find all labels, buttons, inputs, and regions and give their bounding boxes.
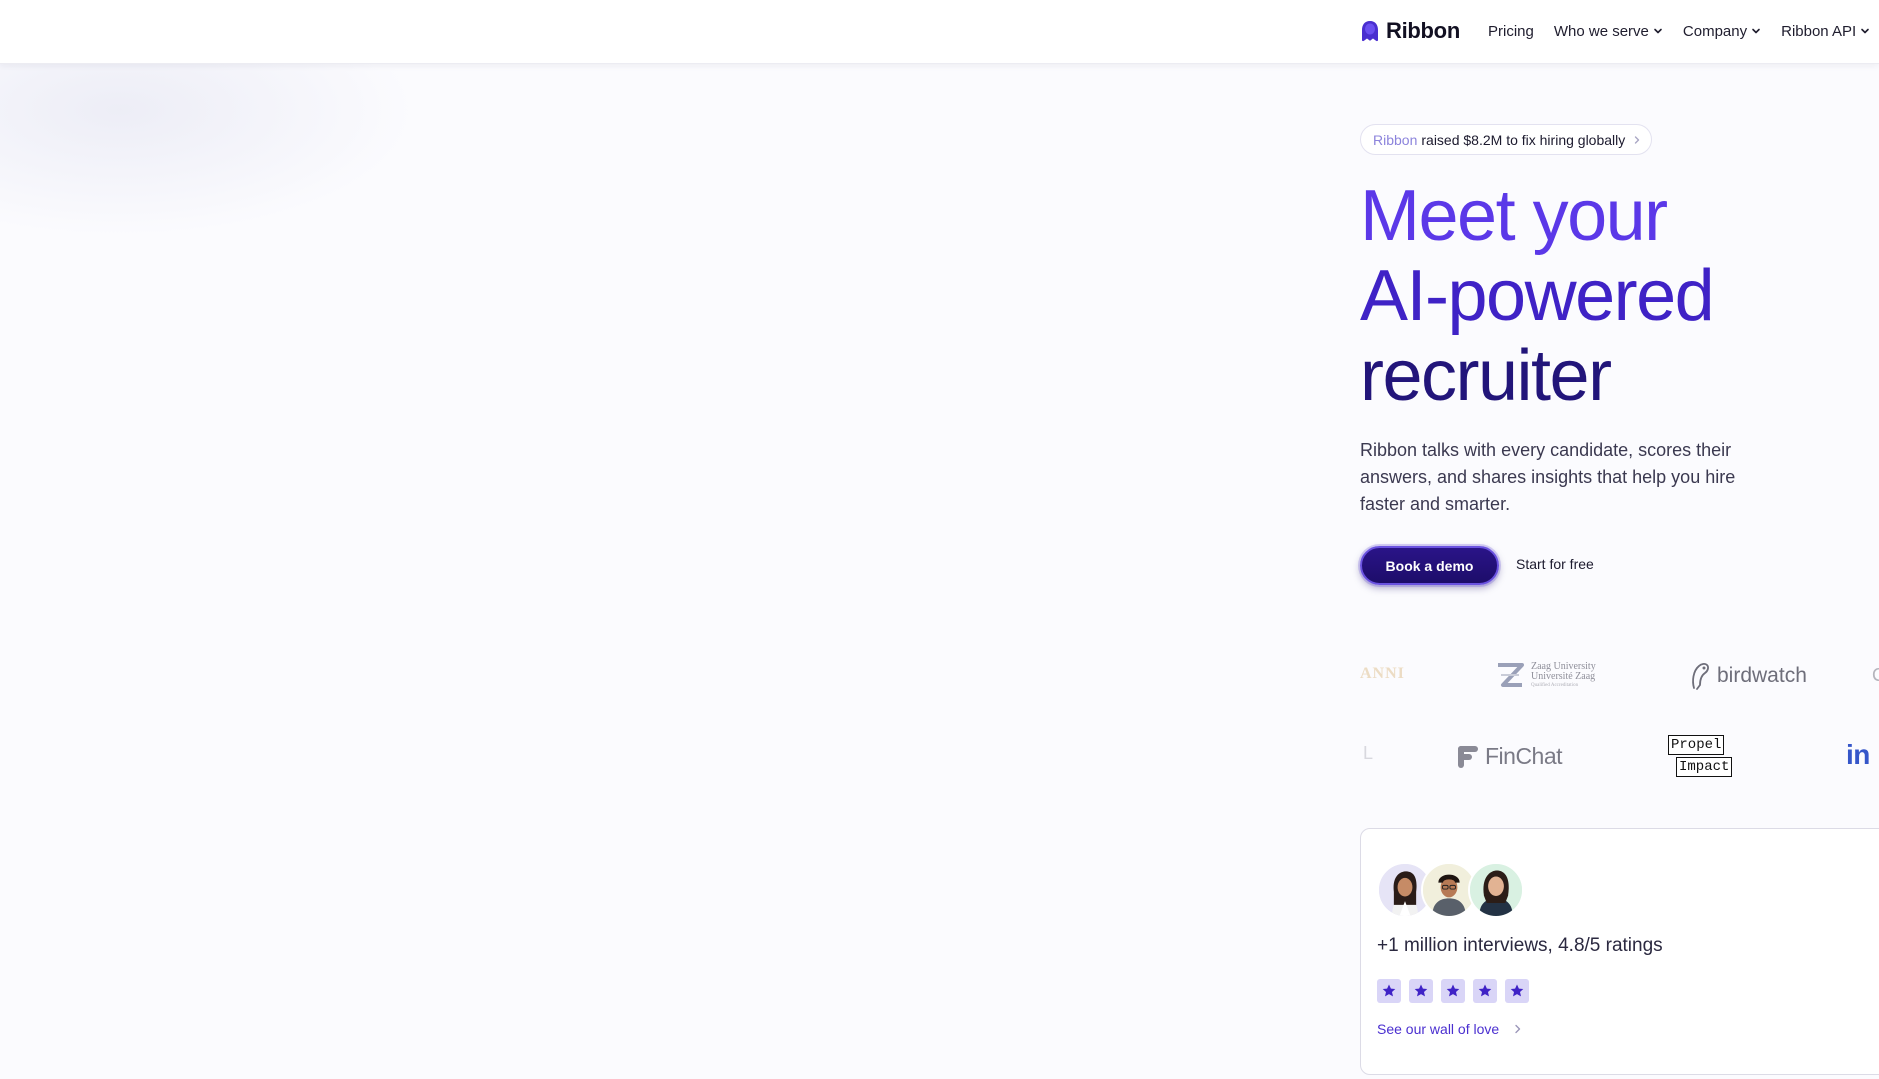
star-icon — [1377, 979, 1401, 1003]
announcement-text: raised $8.2M to fix hiring globally — [1421, 131, 1626, 148]
zaag-line-1: Zaag University — [1531, 660, 1596, 672]
book-demo-button[interactable]: Book a demo — [1360, 546, 1499, 585]
chevron-right-icon — [1635, 136, 1640, 144]
hero-title-line-3: recruiter — [1360, 336, 1612, 416]
wall-of-love-label: See our wall of love — [1377, 1021, 1500, 1037]
reviewer-avatars — [1377, 862, 1537, 918]
finchat-logo: FinChat — [1457, 743, 1563, 770]
propel-impact-logo: Propel Impact — [1668, 735, 1738, 781]
start-free-link[interactable]: Start for free — [1516, 556, 1594, 572]
ratings-headline: +1 million interviews, 4.8/5 ratings — [1377, 935, 1663, 956]
customer-logos-row-2: L FinChat Propel Impact in — [1360, 731, 1879, 781]
nav-company[interactable]: Company — [1683, 23, 1761, 40]
avatar — [1468, 862, 1524, 918]
finchat-f-icon — [1458, 745, 1478, 768]
hero-title: Meet your AI-powered recruiter — [1360, 176, 1800, 416]
zaag-line-2: Université Zaag — [1531, 670, 1596, 682]
zaag-line-3: Qualified Accreditation — [1531, 682, 1579, 688]
indeed-logo: in — [1846, 739, 1870, 771]
partial-customer-logo: C — [1872, 665, 1879, 685]
chevron-down-icon — [1752, 28, 1760, 34]
birdwatch-text: birdwatch — [1717, 664, 1807, 687]
brand-logo[interactable]: Ribbon — [1360, 18, 1460, 44]
chevron-down-icon — [1654, 28, 1662, 34]
zaag-z-icon — [1498, 663, 1524, 687]
nav-who-we-serve-label: Who we serve — [1553, 22, 1649, 40]
zaag-university-logo: Zaag University Université Zaag Qualifie… — [1495, 661, 1596, 689]
page: Ribbon Pricing Who we serve Company Ribb… — [0, 0, 1879, 1079]
ribbon-logo-icon — [1362, 21, 1378, 42]
star-icon — [1441, 979, 1465, 1003]
star-icon — [1505, 979, 1529, 1003]
partial-customer-logo: L — [1363, 743, 1374, 763]
customer-logos-row-1: ANNI Zaag University Université Zaag Qua… — [1360, 651, 1879, 701]
chevron-right-icon — [1515, 1024, 1521, 1034]
nav-pricing[interactable]: Pricing — [1488, 23, 1534, 40]
ratings-card: +1 million interviews, 4.8/5 ratings See… — [1360, 828, 1879, 1075]
birdwatch-logo: birdwatch — [1689, 661, 1807, 691]
nav-ribbon-api-label: Ribbon API — [1781, 22, 1857, 40]
person-avatar-icon — [1470, 864, 1522, 916]
brand-name: Ribbon — [1386, 18, 1460, 43]
hero-subtitle: Ribbon talks with every candidate, score… — [1360, 440, 1736, 514]
star-rating — [1377, 979, 1529, 1003]
nav-who-we-serve[interactable]: Who we serve — [1554, 23, 1663, 40]
nav-pricing-label: Pricing — [1488, 22, 1534, 40]
faded-customer-logo: ANNI — [1360, 665, 1405, 682]
propel-text: Propel — [1668, 735, 1725, 755]
impact-text: Impact — [1676, 757, 1733, 777]
finchat-text: FinChat — [1485, 743, 1563, 769]
chevron-down-icon — [1861, 28, 1869, 34]
nav-company-label: Company — [1682, 22, 1748, 40]
site-header: Ribbon Pricing Who we serve Company Ribb… — [0, 0, 1879, 64]
hero-title-line-2: AI-powered — [1360, 256, 1715, 336]
owl-icon — [1692, 663, 1709, 690]
main-nav: Pricing Who we serve Company Ribbon API — [1488, 20, 1879, 42]
announcement-brand: Ribbon — [1373, 131, 1418, 148]
indeed-text: in — [1846, 739, 1870, 770]
star-icon — [1473, 979, 1497, 1003]
hero-title-line-1: Meet your — [1360, 176, 1668, 256]
nav-ribbon-api[interactable]: Ribbon API — [1781, 23, 1870, 40]
wall-of-love-link[interactable]: See our wall of love — [1377, 1021, 1522, 1037]
star-icon — [1409, 979, 1433, 1003]
funding-announcement-link[interactable]: Ribbon raised $8.2M to fix hiring global… — [1360, 124, 1653, 155]
